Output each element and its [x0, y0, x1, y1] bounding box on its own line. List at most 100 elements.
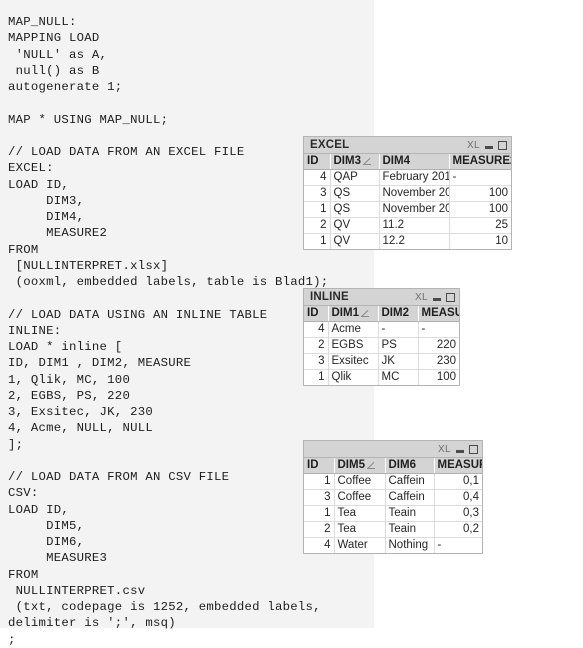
window-controls[interactable]: XL	[467, 140, 507, 151]
cell-dim3[interactable]: QV	[330, 217, 380, 234]
column-header-id[interactable]: ID	[304, 458, 335, 474]
cell-id[interactable]: 3	[304, 489, 335, 506]
cell-dim4[interactable]: November 2018	[379, 201, 450, 218]
table-row[interactable]: 1 Coffee Caffein 0,1	[304, 473, 482, 490]
cell-dim4[interactable]: February 2017	[379, 169, 450, 186]
table-row[interactable]: 1 QS November 2018 100	[304, 201, 511, 218]
cell-dim1[interactable]: EGBS	[328, 337, 379, 354]
maximize-icon[interactable]	[469, 444, 478, 454]
cell-dim1[interactable]: Qlik	[328, 369, 379, 385]
table-row[interactable]: 4 Water Nothing -	[304, 537, 482, 553]
table-row[interactable]: 2 Tea Teain 0,2	[304, 521, 482, 538]
cell-id[interactable]: 1	[304, 201, 331, 218]
column-header-measure3[interactable]: MEASURE3	[434, 458, 482, 474]
column-header-measure[interactable]: MEASURE	[418, 306, 459, 322]
cell-id[interactable]: 4	[304, 321, 329, 338]
data-grid-excel: ID DIM3 DIM4 MEASURE2 4 QAP February 201…	[304, 154, 511, 249]
cell-dim3[interactable]: QS	[330, 185, 380, 202]
cell-id[interactable]: 1	[304, 233, 331, 249]
minimize-icon[interactable]	[456, 450, 464, 453]
cell-dim1[interactable]: Exsitec	[328, 353, 379, 370]
table-row[interactable]: 4 QAP February 2017 -	[304, 169, 511, 186]
cell-id[interactable]: 2	[304, 337, 329, 354]
table-row[interactable]: 1 Tea Teain 0,3	[304, 505, 482, 522]
cell-id[interactable]: 2	[304, 217, 331, 234]
cell-dim6[interactable]: Teain	[385, 521, 435, 538]
column-header-dim2[interactable]: DIM2	[378, 306, 419, 322]
table-header-row: ID DIM1 DIM2 MEASURE	[304, 306, 459, 322]
column-header-dim1[interactable]: DIM1	[328, 306, 379, 322]
cell-dim6[interactable]: Caffein	[385, 473, 435, 490]
cell-dim4[interactable]: 11.2	[379, 217, 450, 234]
table-row[interactable]: 4 Acme - -	[304, 321, 459, 338]
cell-dim3[interactable]: QV	[330, 233, 380, 249]
table-row[interactable]: 2 QV 11.2 25	[304, 217, 511, 234]
cell-dim2[interactable]: JK	[378, 353, 419, 370]
cell-dim5[interactable]: Tea	[334, 505, 386, 522]
table-row[interactable]: 2 EGBS PS 220	[304, 337, 459, 354]
cell-dim5[interactable]: Water	[334, 537, 386, 553]
cell-id[interactable]: 1	[304, 473, 335, 490]
column-header-id[interactable]: ID	[304, 306, 329, 322]
table-titlebar[interactable]: XL	[304, 441, 482, 458]
cell-dim3[interactable]: QAP	[330, 169, 380, 186]
cell-measure[interactable]: -	[418, 321, 459, 338]
cell-measure3[interactable]: 0,1	[434, 473, 482, 490]
column-header-dim4[interactable]: DIM4	[379, 154, 450, 170]
window-controls[interactable]: XL	[438, 444, 478, 455]
cell-dim2[interactable]: PS	[378, 337, 419, 354]
table-row[interactable]: 3 QS November 2017 100	[304, 185, 511, 202]
table-row[interactable]: 1 Qlik MC 100	[304, 369, 459, 385]
table-row[interactable]: 3 Exsitec JK 230	[304, 353, 459, 370]
cell-dim6[interactable]: Nothing	[385, 537, 435, 553]
table-window-inline[interactable]: INLINE XL ID DIM1 DIM2 MEASURE 4 Acme - …	[303, 288, 460, 386]
cell-dim6[interactable]: Teain	[385, 505, 435, 522]
table-row[interactable]: 1 QV 12.2 10	[304, 233, 511, 249]
cell-measure3[interactable]: 0,4	[434, 489, 482, 506]
cell-dim6[interactable]: Caffein	[385, 489, 435, 506]
minimize-icon[interactable]	[433, 298, 441, 301]
cell-id[interactable]: 2	[304, 521, 335, 538]
cell-id[interactable]: 4	[304, 537, 335, 553]
cell-id[interactable]: 1	[304, 505, 335, 522]
column-header-dim5[interactable]: DIM5	[334, 458, 386, 474]
cell-measure2[interactable]: 100	[449, 185, 511, 202]
cell-measure3[interactable]: -	[434, 537, 482, 553]
cell-id[interactable]: 4	[304, 169, 331, 186]
cell-dim5[interactable]: Coffee	[334, 473, 386, 490]
cell-measure[interactable]: 230	[418, 353, 459, 370]
cell-dim5[interactable]: Tea	[334, 521, 386, 538]
cell-id[interactable]: 1	[304, 369, 329, 385]
cell-dim5[interactable]: Coffee	[334, 489, 386, 506]
cell-measure2[interactable]: -	[449, 169, 511, 186]
cell-dim4[interactable]: 12.2	[379, 233, 450, 249]
column-header-measure2[interactable]: MEASURE2	[449, 154, 511, 170]
maximize-icon[interactable]	[446, 292, 455, 302]
cell-measure2[interactable]: 100	[449, 201, 511, 218]
column-header-id[interactable]: ID	[304, 154, 331, 170]
cell-measure2[interactable]: 10	[449, 233, 511, 249]
table-window-excel[interactable]: EXCEL XL ID DIM3 DIM4 MEASURE2 4 QAP Feb…	[303, 136, 512, 250]
window-controls[interactable]: XL	[415, 292, 455, 303]
table-row[interactable]: 3 Coffee Caffein 0,4	[304, 489, 482, 506]
table-window-csv[interactable]: XL ID DIM5 DIM6 MEASURE3 1 Coffee Caffei…	[303, 440, 483, 554]
cell-dim1[interactable]: Acme	[328, 321, 379, 338]
cell-dim2[interactable]: -	[378, 321, 419, 338]
cell-measure3[interactable]: 0,3	[434, 505, 482, 522]
cell-measure[interactable]: 220	[418, 337, 459, 354]
table-titlebar[interactable]: EXCEL XL	[304, 137, 511, 154]
column-header-dim3[interactable]: DIM3	[330, 154, 380, 170]
cell-measure[interactable]: 100	[418, 369, 459, 385]
cell-measure3[interactable]: 0,2	[434, 521, 482, 538]
cell-dim3[interactable]: QS	[330, 201, 380, 218]
cell-id[interactable]: 3	[304, 353, 329, 370]
cell-id[interactable]: 3	[304, 185, 331, 202]
table-titlebar[interactable]: INLINE XL	[304, 289, 459, 306]
minimize-icon[interactable]	[485, 146, 493, 149]
cell-dim4[interactable]: November 2017	[379, 185, 450, 202]
column-header-dim6[interactable]: DIM6	[385, 458, 435, 474]
sort-ascending-icon	[362, 156, 372, 165]
cell-dim2[interactable]: MC	[378, 369, 419, 385]
cell-measure2[interactable]: 25	[449, 217, 511, 234]
maximize-icon[interactable]	[498, 140, 507, 150]
